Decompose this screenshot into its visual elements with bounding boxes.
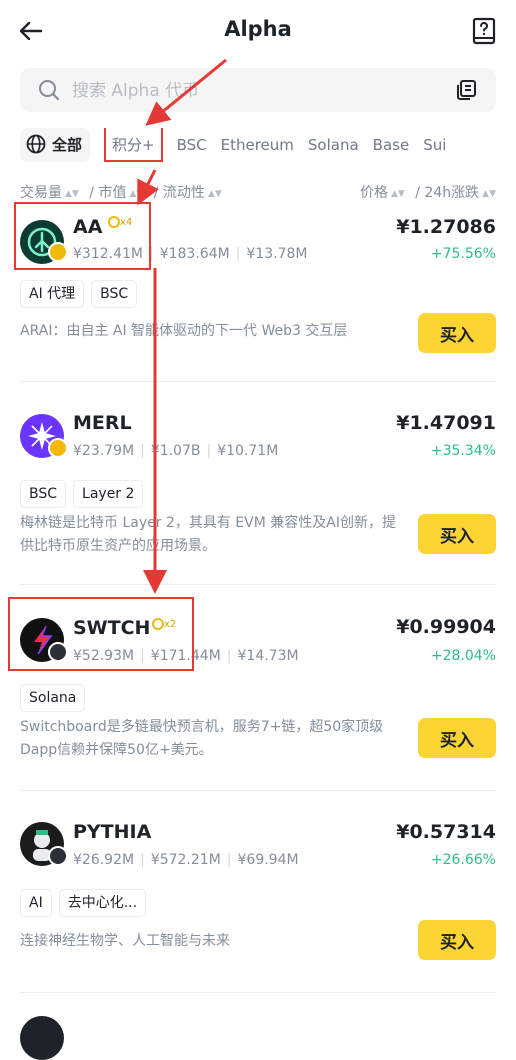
buy-button[interactable]: 买入 [418,313,496,353]
token-price: ¥0.57314 [396,821,496,843]
search-bar[interactable] [20,68,496,114]
token-stats: ¥23.79M | ¥1.07B | ¥10.71M [73,443,278,459]
volume-value: ¥26.92M [73,852,135,868]
solana-chain-icon [48,846,68,866]
sort-price[interactable]: 价格 ▲▼ [360,182,405,202]
sort-volume-label: 交易量 [20,185,62,201]
token-change: +75.56% [430,246,496,262]
token-price: ¥1.47091 [396,412,496,434]
token-description: Switchboard是多链最快预言机，服务7+链，超50家顶级Dapp信赖并保… [20,719,384,758]
tag[interactable]: 去中心化... [58,889,147,917]
token-change: +26.66% [430,852,496,868]
sort-change[interactable]: / 24h涨跌 ▲▼ [415,182,496,202]
globe-icon [26,134,46,154]
liquidity-value: ¥10.71M [217,443,279,459]
tag[interactable]: AI 代理 [20,280,85,308]
tab-all-label: 全部 [52,136,83,154]
annotation-highlight-swtch [8,597,194,671]
search-input[interactable] [70,68,404,114]
tab-sui[interactable]: Sui [423,128,446,162]
token-change: +28.04% [430,648,496,664]
next-token-icon [20,1016,64,1060]
book-question-icon [472,17,496,45]
tab-all[interactable]: 全部 [20,128,91,162]
page-title: Alpha [224,17,292,41]
tab-base[interactable]: Base [373,128,410,162]
token-price: ¥1.27086 [396,216,496,238]
tag[interactable]: BSC [20,480,67,508]
search-icon [39,80,60,101]
guide-button[interactable] [468,14,500,48]
volume-value: ¥23.79M [73,443,135,459]
token-description: ARAI：由自主 AI 智能体驱动的下一代 Web3 交互层 [20,323,348,339]
tag[interactable]: BSC [91,280,138,308]
buy-button[interactable]: 买入 [418,920,496,960]
token-tags: BSC Layer 2 [20,480,150,508]
sort-header: 交易量 ▲▼ / 市值 ▲▼ / 流动性 ▲▼ 价格 ▲▼ / 24h涨跌 ▲▼ [20,182,496,204]
divider [20,381,496,382]
token-description: 梅林链是比特币 Layer 2，其具有 EVM 兼容性及AI创新，提供比特币原生… [20,515,396,554]
sort-volume[interactable]: 交易量 ▲▼ [20,182,79,202]
sort-market-cap[interactable]: / 市值 ▲▼ [89,182,143,202]
sort-caret-icon: ▲▼ [65,189,79,199]
stat-divider: | [226,648,232,664]
market-cap-value: ¥183.64M [159,246,230,262]
token-tags: Solana [20,684,92,712]
stat-divider: | [206,443,212,459]
token-tags: AI 去中心化... [20,889,153,917]
token-change: +35.34% [430,443,496,459]
tag[interactable]: Solana [20,684,86,712]
divider [20,790,496,791]
liquidity-value: ¥13.78M [246,246,308,262]
sort-market-cap-label: / 市值 [89,185,127,201]
sort-liquidity[interactable]: / 流动性 ▲▼ [154,182,222,202]
token-tags: AI 代理 BSC [20,280,144,308]
market-cap-value: ¥572.21M [150,852,221,868]
tab-solana[interactable]: Solana [308,128,359,162]
liquidity-value: ¥14.73M [237,648,299,664]
sort-caret-icon: ▲▼ [482,189,496,199]
sort-caret-icon: ▲▼ [129,189,144,199]
market-cap-value: ¥1.07B [150,443,201,459]
tab-bsc[interactable]: BSC [177,128,207,162]
buy-button[interactable]: 买入 [418,718,496,758]
divider [20,992,496,993]
copy-icon[interactable] [454,78,478,102]
sort-change-label: / 24h涨跌 [415,185,480,201]
tag[interactable]: AI [20,889,52,917]
tab-ethereum[interactable]: Ethereum [221,128,294,162]
stat-divider: | [235,246,241,262]
sort-liquidity-label: / 流动性 [153,185,205,201]
token-symbol: MERL [73,412,132,434]
token-card-merl[interactable]: MERL ¥23.79M | ¥1.07B | ¥10.71M ¥1.47091 +35… [20,408,496,568]
stat-divider: | [226,852,232,868]
token-card-pythia[interactable]: PYTHIA ¥26.92M | ¥572.21M | ¥69.94M ¥0.57314… [20,816,496,976]
liquidity-value: ¥69.94M [237,852,299,868]
token-symbol: PYTHIA [73,821,152,843]
header: Alpha [0,0,516,64]
stat-divider: | [140,852,145,868]
bnb-chain-icon [48,438,68,458]
annotation-highlight-aa [14,202,151,270]
sort-caret-icon: ▲▼ [207,189,222,199]
stat-divider: | [140,443,145,459]
token-description: 连接神经生物学、人工智能与未来 [20,933,230,949]
filter-tabs: 全部 积分+ BSC Ethereum Solana Base Sui [20,128,516,164]
tag[interactable]: Layer 2 [73,480,144,508]
tab-points[interactable]: 积分+ [104,128,163,162]
token-price: ¥0.99904 [396,616,496,638]
buy-button[interactable]: 买入 [418,514,496,554]
token-stats: ¥26.92M | ¥572.21M | ¥69.94M [73,852,299,868]
sort-price-label: 价格 [360,185,388,201]
divider [20,584,496,585]
sort-caret-icon: ▲▼ [391,189,405,199]
